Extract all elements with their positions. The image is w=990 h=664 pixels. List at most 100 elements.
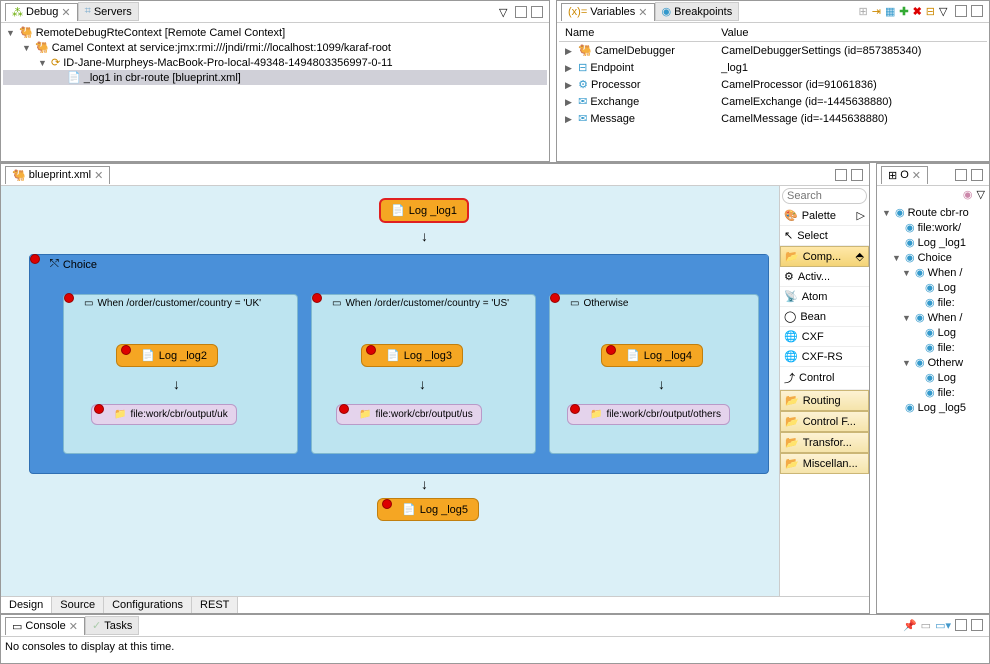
- palette-item[interactable]: ◯Bean: [780, 307, 869, 327]
- node-when-us[interactable]: ▭ When /order/customer/country = 'US': [311, 294, 536, 454]
- menu-icon[interactable]: ▽: [499, 6, 511, 18]
- outline-tree-row[interactable]: ◉Log _log1: [879, 235, 987, 250]
- breakpoint-dot[interactable]: [121, 345, 131, 355]
- toolbar-icon[interactable]: ⇥: [872, 5, 881, 18]
- node-otherwise[interactable]: ▭ Otherwise: [549, 294, 759, 454]
- minimize-icon[interactable]: [955, 619, 967, 631]
- palette-item[interactable]: ⚙Activ...: [780, 267, 869, 287]
- open-console-icon[interactable]: ▭▾: [935, 619, 951, 632]
- palette-item[interactable]: ⤴Control: [780, 367, 869, 390]
- debug-tree-row[interactable]: ▼🐫RemoteDebugRteContext [Remote Camel Co…: [3, 25, 547, 40]
- minimize-icon[interactable]: [955, 5, 967, 17]
- palette-drawer[interactable]: 📂Routing: [780, 390, 869, 411]
- remove-icon[interactable]: ✖: [913, 5, 922, 18]
- breakpoint-dot[interactable]: [382, 499, 392, 509]
- breakpoints-tab[interactable]: ◉ Breakpoints: [655, 2, 740, 21]
- outline-tree-row[interactable]: ◉Log: [879, 325, 987, 340]
- variable-row[interactable]: ▶ ✉ MessageCamelMessage (id=-1445638880): [559, 110, 987, 127]
- outline-tree[interactable]: ▼◉Route cbr-ro◉file:work/◉Log _log1▼◉Cho…: [877, 203, 989, 613]
- maximize-icon[interactable]: [971, 169, 983, 181]
- breakpoint-dot[interactable]: [339, 404, 349, 414]
- variable-row[interactable]: ▶ ✉ ExchangeCamelExchange (id=-144563888…: [559, 93, 987, 110]
- debug-tree-row[interactable]: 📄_log1 in cbr-route [blueprint.xml]: [3, 70, 547, 85]
- outline-tree-row[interactable]: ▼◉When /: [879, 265, 987, 280]
- breakpoint-dot[interactable]: [570, 404, 580, 414]
- palette-item[interactable]: 🌐CXF-RS: [780, 347, 869, 367]
- close-icon[interactable]: ✕: [912, 169, 921, 182]
- palette-drawer[interactable]: 📂Control F...: [780, 411, 869, 432]
- breakpoint-dot[interactable]: [366, 345, 376, 355]
- toolbar-icon[interactable]: ⊞: [859, 5, 868, 18]
- outline-tree-row[interactable]: ◉file:: [879, 295, 987, 310]
- toolbar-icon[interactable]: ▦: [885, 5, 895, 18]
- col-name[interactable]: Name: [559, 25, 715, 42]
- display-icon[interactable]: ▭: [921, 619, 931, 632]
- route-diagram[interactable]: 📄 Log _log1 ↓ ⤲ Choice: [1, 186, 779, 596]
- editor-tab-configurations[interactable]: Configurations: [104, 597, 192, 613]
- outline-tree-row[interactable]: ◉Log: [879, 280, 987, 295]
- maximize-icon[interactable]: [851, 169, 863, 181]
- debug-tree-row[interactable]: ▼🐫Camel Context at service:jmx:rmi:///jn…: [3, 40, 547, 55]
- debug-tree-row[interactable]: ▼⟳ID-Jane-Murpheys-MacBook-Pro-local-493…: [3, 55, 547, 70]
- node-log2[interactable]: 📄 Log _log2: [116, 344, 218, 367]
- pin-icon[interactable]: 📌: [903, 619, 917, 632]
- outline-tree-row[interactable]: ▼◉Route cbr-ro: [879, 205, 987, 220]
- menu-icon[interactable]: ▽: [977, 188, 985, 201]
- node-file-us[interactable]: 📁 file:work/cbr/output/us: [336, 404, 482, 425]
- breakpoint-dot[interactable]: [94, 404, 104, 414]
- toolbar-icon[interactable]: ⊟: [926, 5, 935, 18]
- close-icon[interactable]: ✕: [69, 620, 78, 633]
- maximize-icon[interactable]: [531, 6, 543, 18]
- palette-drawer[interactable]: 📂Miscellan...: [780, 453, 869, 474]
- node-log5[interactable]: 📄 Log _log5: [377, 498, 479, 521]
- debug-tree[interactable]: ▼🐫RemoteDebugRteContext [Remote Camel Co…: [1, 23, 549, 161]
- variable-row[interactable]: ▶ ⊟ Endpoint_log1: [559, 59, 987, 76]
- outline-tab[interactable]: ⊞ O ✕: [881, 166, 928, 184]
- console-tab[interactable]: ▭ Console ✕: [5, 617, 85, 635]
- node-file-uk[interactable]: 📁 file:work/cbr/output/uk: [91, 404, 237, 425]
- palette-select[interactable]: ↖ Select: [780, 226, 869, 246]
- close-icon[interactable]: ✕: [638, 6, 647, 19]
- palette-drawer[interactable]: 📂Transfor...: [780, 432, 869, 453]
- servers-tab[interactable]: ⌗ Servers: [78, 2, 139, 21]
- editor-tab-rest[interactable]: REST: [192, 597, 238, 613]
- outline-tree-row[interactable]: ▼◉Choice: [879, 250, 987, 265]
- outline-tree-row[interactable]: ▼◉Otherw: [879, 355, 987, 370]
- close-icon[interactable]: ✕: [61, 6, 70, 19]
- minimize-icon[interactable]: [955, 169, 967, 181]
- toolbar-icon[interactable]: ◉: [963, 188, 973, 201]
- col-value[interactable]: Value: [715, 25, 987, 42]
- breakpoint-dot[interactable]: [312, 293, 322, 303]
- variables-tab[interactable]: (x)= Variables ✕: [561, 3, 655, 21]
- palette-item[interactable]: 🌐CXF: [780, 327, 869, 347]
- node-file-others[interactable]: 📁 file:work/cbr/output/others: [567, 404, 730, 425]
- add-icon[interactable]: ✚: [899, 5, 908, 18]
- breakpoint-dot[interactable]: [550, 293, 560, 303]
- debug-tab[interactable]: ⁂ Debug ✕: [5, 3, 78, 21]
- palette-item[interactable]: 📡Atom: [780, 287, 869, 307]
- maximize-icon[interactable]: [971, 619, 983, 631]
- editor-tab[interactable]: 🐫 blueprint.xml ✕: [5, 166, 110, 184]
- outline-tree-row[interactable]: ▼◉When /: [879, 310, 987, 325]
- breakpoint-dot[interactable]: [606, 345, 616, 355]
- variable-row[interactable]: ▶ 🐫 CamelDebuggerCamelDebuggerSettings (…: [559, 42, 987, 60]
- node-log1[interactable]: 📄 Log _log1: [379, 198, 469, 223]
- minimize-icon[interactable]: [515, 6, 527, 18]
- palette-search-input[interactable]: [782, 188, 867, 204]
- minimize-icon[interactable]: [835, 169, 847, 181]
- editor-tab-design[interactable]: Design: [1, 597, 52, 613]
- palette-header[interactable]: 🎨 Palette ▷: [780, 206, 869, 226]
- breakpoint-dot[interactable]: [30, 254, 40, 264]
- outline-tree-row[interactable]: ◉file:: [879, 340, 987, 355]
- outline-tree-row[interactable]: ◉file:work/: [879, 220, 987, 235]
- tasks-tab[interactable]: ✓ Tasks: [85, 616, 139, 635]
- variables-table[interactable]: Name Value ▶ 🐫 CamelDebuggerCamelDebugge…: [559, 25, 987, 127]
- menu-icon[interactable]: ▽: [939, 5, 951, 17]
- breakpoint-dot[interactable]: [64, 293, 74, 303]
- maximize-icon[interactable]: [971, 5, 983, 17]
- variable-row[interactable]: ▶ ⚙ ProcessorCamelProcessor (id=91061836…: [559, 76, 987, 93]
- node-log4[interactable]: 📄 Log _log4: [601, 344, 703, 367]
- palette-drawer-components[interactable]: 📂 Comp... ⬘: [780, 246, 869, 267]
- close-icon[interactable]: ✕: [94, 169, 103, 182]
- outline-tree-row[interactable]: ◉Log: [879, 370, 987, 385]
